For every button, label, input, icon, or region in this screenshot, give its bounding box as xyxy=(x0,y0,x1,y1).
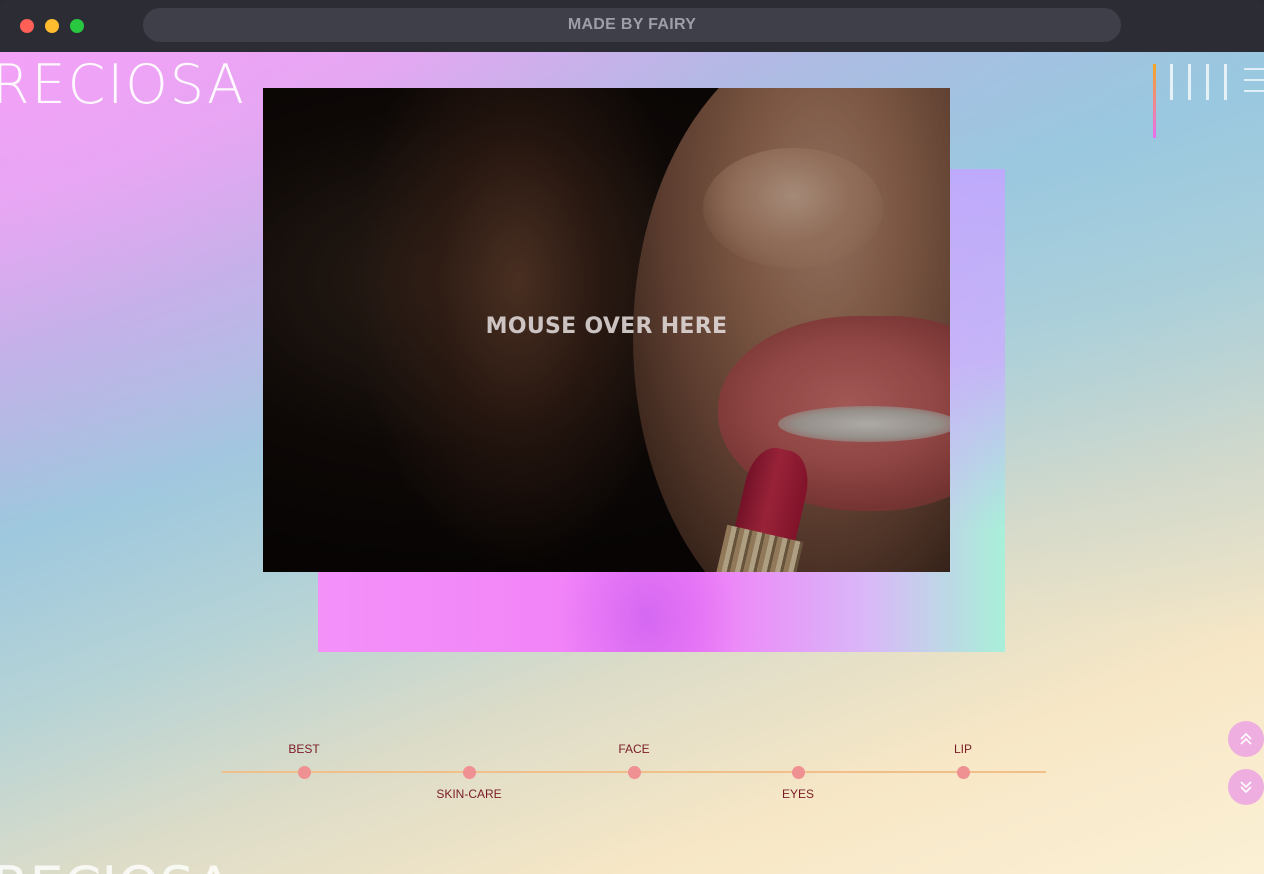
double-chevron-up-icon[interactable] xyxy=(1228,721,1264,757)
hero-caption: MOUSE OVER HERE xyxy=(485,314,728,339)
section-bar-1[interactable] xyxy=(1153,64,1156,138)
timeline-label[interactable]: SKIN-CARE xyxy=(409,787,529,801)
double-chevron-down-icon[interactable] xyxy=(1228,769,1264,805)
timeline-dot[interactable] xyxy=(956,765,970,779)
close-window-button[interactable] xyxy=(20,19,34,33)
address-bar-text: MADE BY FAIRY xyxy=(567,16,697,33)
section-bar-2[interactable] xyxy=(1170,64,1173,100)
timeline-dot[interactable] xyxy=(791,765,805,779)
timeline-label[interactable]: FACE xyxy=(574,742,694,756)
timeline-dot[interactable] xyxy=(462,765,476,779)
timeline-label[interactable]: LIP xyxy=(903,742,1023,756)
section-bar-5[interactable] xyxy=(1224,64,1227,100)
timeline-dot[interactable] xyxy=(297,765,311,779)
brand-logo[interactable]: RECIOSA xyxy=(0,58,246,112)
section-bar-4[interactable] xyxy=(1206,64,1209,100)
hero-video[interactable]: MOUSE OVER HERE xyxy=(263,88,950,572)
timeline-label[interactable]: BEST xyxy=(244,742,364,756)
hamburger-icon[interactable] xyxy=(1244,68,1264,101)
brand-logo-repeat: RECIOSA xyxy=(0,860,232,874)
minimize-window-button[interactable] xyxy=(45,19,59,33)
address-bar[interactable]: MADE BY FAIRY xyxy=(143,8,1121,42)
page: RECIOSA MOUSE OVER HERE BEST SKIN-CARE FAC… xyxy=(0,52,1264,874)
timeline-label[interactable]: EYES xyxy=(738,787,858,801)
section-bar-3[interactable] xyxy=(1188,64,1191,100)
browser-chrome: MADE BY FAIRY xyxy=(0,0,1264,52)
maximize-window-button[interactable] xyxy=(70,19,84,33)
timeline-dot[interactable] xyxy=(627,765,641,779)
